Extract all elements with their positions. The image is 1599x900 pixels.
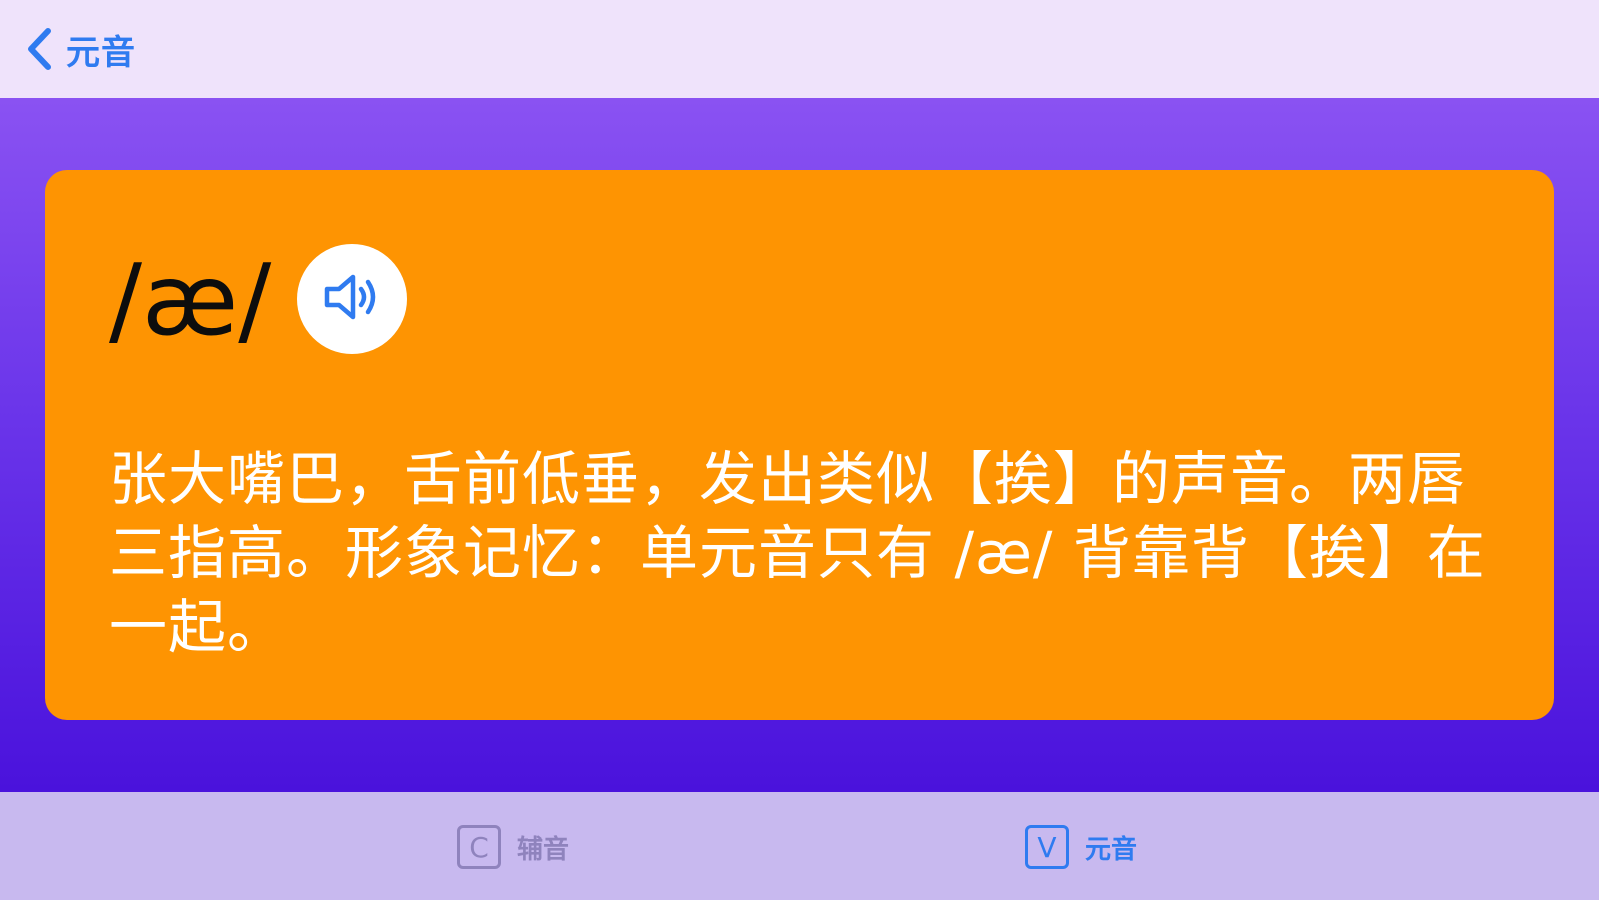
vowel-tab-icon: V (1025, 825, 1069, 869)
play-sound-button[interactable] (297, 244, 407, 354)
tab-vowel[interactable]: V 元音 (1025, 822, 1137, 872)
consonant-tab-icon: C (457, 825, 501, 869)
back-label: 元音 (66, 32, 136, 73)
tab-consonant-label: 辅音 (517, 834, 570, 865)
back-button[interactable]: 元音 (26, 24, 136, 74)
tab-consonant[interactable]: C 辅音 (457, 822, 569, 872)
pronunciation-description: 张大嘴巴，舌前低垂，发出类似【挨】的声音。两唇三指高。形象记忆：单元音只有 /æ… (109, 445, 1486, 661)
screen: 元音 /æ/ 张大嘴巴，舌前低垂，发出类似【挨】的声音。两唇三指高。形象记忆：单… (0, 0, 1599, 900)
chevron-left-icon (26, 27, 52, 71)
phonetic-symbol: /æ/ (109, 244, 272, 358)
tab-bar: C 辅音 V 元音 (0, 792, 1599, 900)
phonetic-card: /æ/ 张大嘴巴，舌前低垂，发出类似【挨】的声音。两唇三指高。形象记忆：单元音只… (45, 170, 1554, 720)
navigation-bar: 元音 (0, 0, 1599, 98)
main-content: /æ/ 张大嘴巴，舌前低垂，发出类似【挨】的声音。两唇三指高。形象记忆：单元音只… (0, 98, 1599, 792)
tab-vowel-label: 元音 (1085, 834, 1138, 865)
speaker-icon (321, 269, 383, 329)
